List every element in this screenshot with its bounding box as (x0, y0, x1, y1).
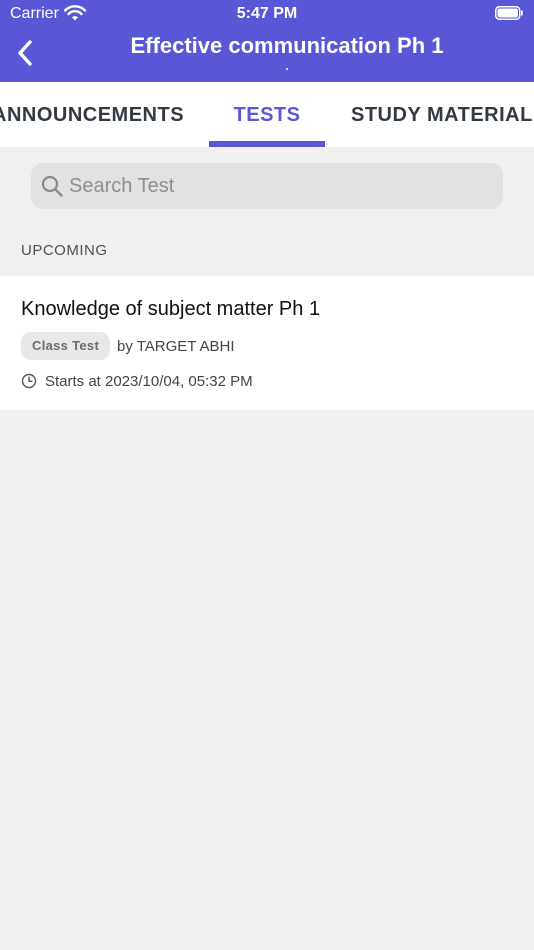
title-dot-indicator (286, 68, 288, 70)
tab-bar: ANNOUNCEMENTS TESTS STUDY MATERIAL (0, 82, 534, 147)
app-header: Carrier 5:47 PM Effective communication … (0, 0, 534, 82)
back-button[interactable] (10, 36, 40, 70)
test-start-time: Starts at 2023/10/04, 05:32 PM (45, 373, 253, 390)
search-bar[interactable] (31, 163, 503, 209)
clock-icon (21, 373, 37, 389)
chevron-left-icon (18, 40, 32, 66)
search-icon (41, 175, 63, 197)
page-title: Effective communication Ph 1 (130, 33, 444, 58)
test-type-badge: Class Test (21, 332, 111, 360)
search-input[interactable] (69, 163, 489, 209)
status-time: 5:47 PM (236, 5, 298, 22)
section-header-upcoming: UPCOMING (21, 242, 108, 259)
tab-announcements[interactable]: ANNOUNCEMENTS (0, 82, 184, 147)
test-author: by TARGET ABHI (117, 338, 235, 355)
battery-icon (495, 6, 523, 20)
tab-tests[interactable]: TESTS (209, 82, 325, 147)
tab-study-material[interactable]: STUDY MATERIAL (351, 82, 533, 147)
test-card[interactable]: Knowledge of subject matter Ph 1 Class T… (0, 276, 534, 410)
status-bar: Carrier 5:47 PM (0, 0, 534, 28)
active-tab-indicator (209, 141, 325, 147)
test-title: Knowledge of subject matter Ph 1 (21, 298, 321, 320)
